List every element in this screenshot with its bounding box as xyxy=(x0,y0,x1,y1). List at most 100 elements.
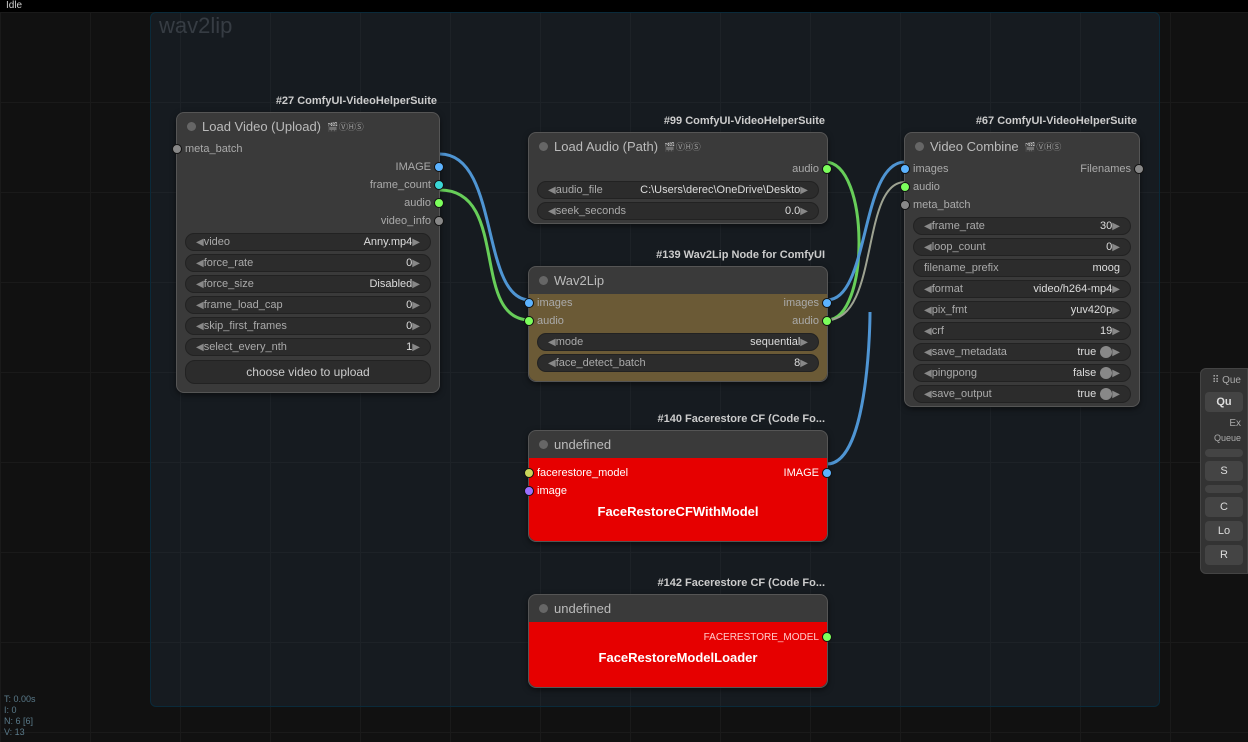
collapse-icon[interactable] xyxy=(187,122,196,131)
chevron-right-icon[interactable]: ▶ xyxy=(1112,242,1120,253)
node-title[interactable]: Video Combine 🎬 ⓋⒽⓈ xyxy=(905,133,1139,160)
param-format[interactable]: ◀formatvideo/h264-mp4▶ xyxy=(913,280,1131,298)
collapse-icon[interactable] xyxy=(539,276,548,285)
port-out[interactable] xyxy=(1134,164,1144,174)
port-out[interactable] xyxy=(822,632,832,642)
chevron-right-icon[interactable]: ▶ xyxy=(412,300,420,311)
chevron-left-icon[interactable]: ◀ xyxy=(196,258,204,269)
queue-panel[interactable]: ⠿ Que Qu Ex Queue SCLoR xyxy=(1200,368,1248,574)
chevron-right-icon[interactable]: ▶ xyxy=(1112,347,1120,358)
side-button[interactable]: S xyxy=(1205,461,1243,481)
port-in[interactable] xyxy=(524,316,534,326)
side-button[interactable]: R xyxy=(1205,545,1243,565)
chevron-left-icon[interactable]: ◀ xyxy=(196,279,204,290)
param-force_rate[interactable]: ◀force_rate0▶ xyxy=(185,254,431,272)
chevron-right-icon[interactable]: ▶ xyxy=(1112,305,1120,316)
output-model[interactable]: FACERESTORE_MODEL xyxy=(529,628,827,646)
param-face_detect_batch[interactable]: ◀face_detect_batch8▶ xyxy=(537,354,819,372)
port-out[interactable] xyxy=(822,316,832,326)
node-video-combine[interactable]: #67 ComfyUI-VideoHelperSuite Video Combi… xyxy=(904,132,1140,407)
chevron-left-icon[interactable]: ◀ xyxy=(924,305,932,316)
chevron-left-icon[interactable]: ◀ xyxy=(548,206,556,217)
chevron-right-icon[interactable]: ▶ xyxy=(800,206,808,217)
param-audio_file[interactable]: ◀audio_fileC:\Users\derec\OneDrive\Deskt… xyxy=(537,181,819,199)
port-in[interactable] xyxy=(172,144,182,154)
chevron-right-icon[interactable]: ▶ xyxy=(412,237,420,248)
chevron-left-icon[interactable]: ◀ xyxy=(196,321,204,332)
port-out[interactable] xyxy=(434,216,444,226)
chevron-left-icon[interactable]: ◀ xyxy=(924,347,932,358)
param-save_output[interactable]: ◀save_outputtrue▶ xyxy=(913,385,1131,403)
chevron-left-icon[interactable]: ◀ xyxy=(924,368,932,379)
chevron-right-icon[interactable]: ▶ xyxy=(412,342,420,353)
chevron-right-icon[interactable]: ▶ xyxy=(1112,389,1120,400)
side-button[interactable]: C xyxy=(1205,497,1243,517)
node-facerestore[interactable]: #140 Facerestore CF (Code Fo... undefine… xyxy=(528,430,828,542)
input-meta-batch[interactable]: meta_batch xyxy=(177,140,439,158)
port-in[interactable] xyxy=(524,298,534,308)
chevron-left-icon[interactable]: ◀ xyxy=(924,389,932,400)
param-pingpong[interactable]: ◀pingpongfalse▶ xyxy=(913,364,1131,382)
param-select_every_nth[interactable]: ◀select_every_nth1▶ xyxy=(185,338,431,356)
param-force_size[interactable]: ◀force_sizeDisabled▶ xyxy=(185,275,431,293)
port-in[interactable] xyxy=(900,200,910,210)
queue-prompt-button[interactable]: Qu xyxy=(1205,392,1243,412)
port-out[interactable] xyxy=(434,198,444,208)
param-save_metadata[interactable]: ◀save_metadatatrue▶ xyxy=(913,343,1131,361)
node-canvas[interactable]: wav2lip #27 ComfyUI-VideoHelperSuite Loa… xyxy=(0,12,1248,742)
side-button[interactable] xyxy=(1205,449,1243,457)
side-button[interactable]: Lo xyxy=(1205,521,1243,541)
chevron-left-icon[interactable]: ◀ xyxy=(924,221,932,232)
node-title[interactable]: Wav2Lip xyxy=(529,267,827,294)
param-frame_rate[interactable]: ◀frame_rate30▶ xyxy=(913,217,1131,235)
toggle-icon[interactable] xyxy=(1100,388,1112,400)
chevron-right-icon[interactable]: ▶ xyxy=(1112,368,1120,379)
output-video-info[interactable]: video_info xyxy=(177,212,439,230)
chevron-right-icon[interactable]: ▶ xyxy=(800,185,808,196)
node-load-video[interactable]: #27 ComfyUI-VideoHelperSuite Load Video … xyxy=(176,112,440,393)
output-audio[interactable]: audio xyxy=(177,194,439,212)
chevron-left-icon[interactable]: ◀ xyxy=(924,326,932,337)
param-seek_seconds[interactable]: ◀seek_seconds0.0▶ xyxy=(537,202,819,220)
extra-label[interactable]: Ex xyxy=(1201,416,1247,431)
chevron-right-icon[interactable]: ▶ xyxy=(1112,326,1120,337)
collapse-icon[interactable] xyxy=(539,142,548,151)
param-pix_fmt[interactable]: ◀pix_fmtyuv420p▶ xyxy=(913,301,1131,319)
port-out[interactable] xyxy=(822,298,832,308)
port-out[interactable] xyxy=(434,162,444,172)
param-crf[interactable]: ◀crf19▶ xyxy=(913,322,1131,340)
chevron-right-icon[interactable]: ▶ xyxy=(412,258,420,269)
node-title[interactable]: undefined xyxy=(529,595,827,622)
node-wav2lip[interactable]: #139 Wav2Lip Node for ComfyUI Wav2Lip im… xyxy=(528,266,828,382)
side-button[interactable] xyxy=(1205,485,1243,493)
param-video[interactable]: ◀videoAnny.mp4▶ xyxy=(185,233,431,251)
collapse-icon[interactable] xyxy=(539,440,548,449)
param-loop_count[interactable]: ◀loop_count0▶ xyxy=(913,238,1131,256)
chevron-right-icon[interactable]: ▶ xyxy=(1112,284,1120,295)
io-images[interactable]: images images xyxy=(529,294,827,312)
port-out[interactable] xyxy=(434,180,444,190)
port-in[interactable] xyxy=(900,164,910,174)
chevron-left-icon[interactable]: ◀ xyxy=(196,300,204,311)
choose-video-button[interactable]: choose video to upload xyxy=(185,360,431,384)
chevron-right-icon[interactable]: ▶ xyxy=(412,321,420,332)
collapse-icon[interactable] xyxy=(915,142,924,151)
port-out[interactable] xyxy=(822,164,832,174)
param-frame_load_cap[interactable]: ◀frame_load_cap0▶ xyxy=(185,296,431,314)
input-meta-batch[interactable]: meta_batch xyxy=(905,196,1139,214)
collapse-icon[interactable] xyxy=(539,604,548,613)
port-in[interactable] xyxy=(524,486,534,496)
input-image[interactable]: image xyxy=(529,482,827,500)
chevron-right-icon[interactable]: ▶ xyxy=(800,337,808,348)
node-title[interactable]: undefined xyxy=(529,431,827,458)
io-audio[interactable]: audio audio xyxy=(529,312,827,330)
chevron-left-icon[interactable]: ◀ xyxy=(196,237,204,248)
param-skip_first_frames[interactable]: ◀skip_first_frames0▶ xyxy=(185,317,431,335)
output-audio[interactable]: audio xyxy=(529,160,827,178)
param-filename_prefix[interactable]: filename_prefixmoog xyxy=(913,259,1131,277)
node-load-audio[interactable]: #99 ComfyUI-VideoHelperSuite Load Audio … xyxy=(528,132,828,224)
input-audio[interactable]: audio xyxy=(905,178,1139,196)
toggle-icon[interactable] xyxy=(1100,367,1112,379)
io-row[interactable]: facerestore_model IMAGE xyxy=(529,464,827,482)
port-in[interactable] xyxy=(524,468,534,478)
